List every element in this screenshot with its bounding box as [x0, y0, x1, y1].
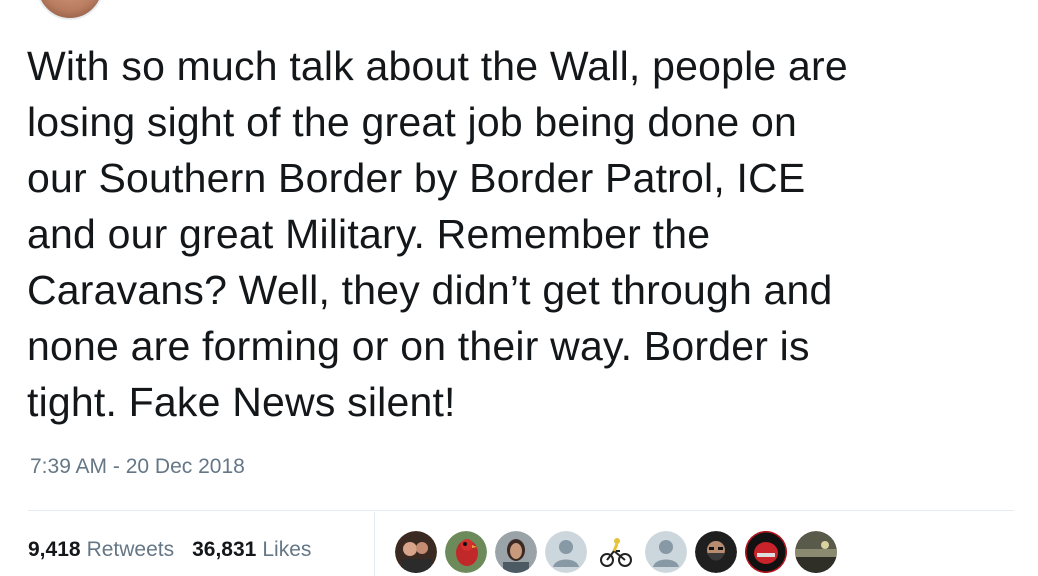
retweets-label: Retweets [86, 538, 175, 561]
stats-divider [28, 510, 1014, 511]
engagement-stats: 9,418 Retweets 36,831 Likes [28, 538, 311, 562]
likes-stat[interactable]: 36,831 Likes [192, 538, 311, 562]
photo-avatar-landscape-icon[interactable] [795, 531, 837, 573]
likes-count: 36,831 [192, 538, 257, 561]
liker-avatars [395, 531, 837, 573]
author-avatar[interactable] [36, 0, 104, 20]
photo-avatar-helmet-icon[interactable] [745, 531, 787, 573]
photo-avatar-bearded-man-icon[interactable] [695, 531, 737, 573]
default-avatar-icon[interactable] [545, 531, 587, 573]
likes-label: Likes [262, 538, 312, 561]
tweet-text: With so much talk about the Wall, people… [27, 43, 848, 425]
tweet-timestamp[interactable]: 7:39 AM - 20 Dec 2018 [30, 455, 245, 479]
photo-avatar-couple-icon[interactable] [395, 531, 437, 573]
retweets-stat[interactable]: 9,418 Retweets [28, 538, 174, 562]
cyclist-avatar-icon[interactable] [595, 531, 637, 573]
default-avatar-icon[interactable] [645, 531, 687, 573]
photo-avatar-person-icon[interactable] [495, 531, 537, 573]
photo-avatar-bird-icon[interactable] [445, 531, 487, 573]
stats-vertical-divider [374, 512, 375, 576]
retweets-count: 9,418 [28, 538, 81, 561]
